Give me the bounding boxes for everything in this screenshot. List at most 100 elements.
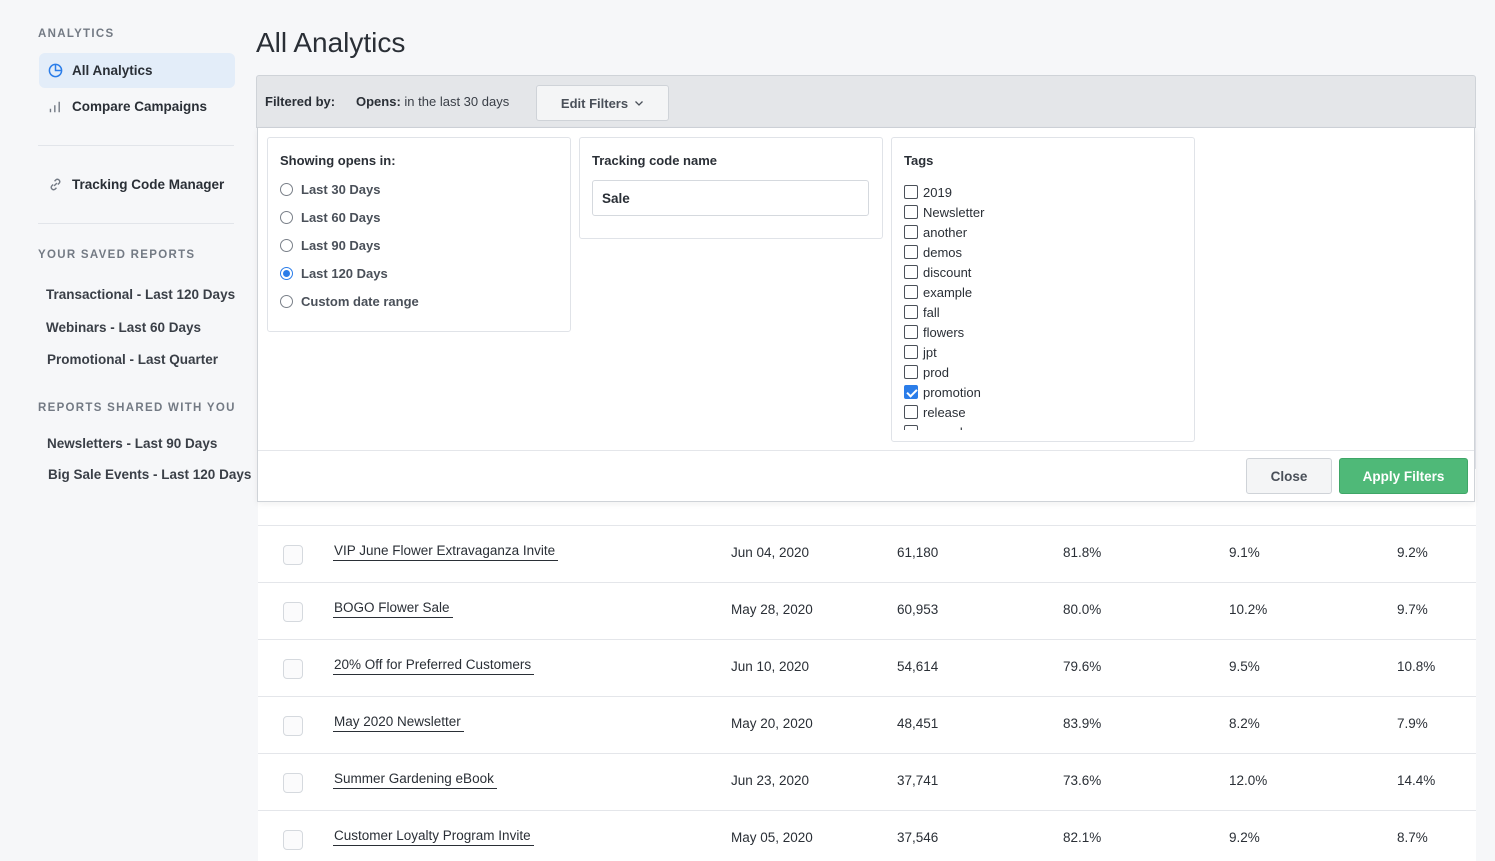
campaign-name-link[interactable]: 20% Off for Preferred Customers (333, 657, 535, 675)
analytics-heading: ANALYTICS (38, 28, 115, 40)
table-row: Summer Gardening eBook Jun 23, 2020 37,7… (258, 753, 1476, 810)
tag-checkbox[interactable] (904, 205, 918, 219)
campaign-third-rate: 7.9% (1397, 716, 1428, 731)
row-checkbox[interactable] (283, 659, 303, 679)
opens-filter-value: in the last 30 days (404, 94, 510, 109)
edit-filters-label: Edit Filters (560, 95, 629, 111)
saved-report-link[interactable]: Promotional - Last Quarter (47, 352, 218, 367)
tag-option[interactable]: jpt (904, 342, 1174, 362)
row-checkbox[interactable] (283, 716, 303, 736)
tag-option[interactable]: discount (904, 262, 1174, 282)
page-title: All Analytics (256, 27, 406, 58)
table-row: VIP June Flower Extravaganza Invite Jun … (258, 525, 1476, 582)
row-checkbox[interactable] (283, 602, 303, 622)
filter-bar: Filtered by: Opens: in the last 30 days … (256, 75, 1476, 128)
tags-list[interactable]: 2019 Newsletter another demos discount e… (904, 182, 1174, 430)
radio-last-60-days[interactable]: Last 60 Days (280, 210, 381, 225)
tag-checkbox[interactable] (904, 285, 918, 299)
campaign-name-link[interactable]: Summer Gardening eBook (333, 771, 497, 789)
tag-checkbox[interactable] (904, 365, 918, 379)
nav-tracking-code-manager[interactable]: Tracking Code Manager (39, 167, 235, 202)
campaign-date: May 20, 2020 (731, 716, 813, 731)
nav-compare-campaigns[interactable]: Compare Campaigns (39, 89, 235, 124)
opens-filter-card: Showing opens in: Last 30 Days Last 60 D… (267, 137, 571, 332)
tracking-code-input[interactable] (592, 180, 869, 216)
tag-checkbox[interactable] (904, 325, 918, 339)
radio-label: Last 120 Days (301, 266, 388, 281)
row-checkbox[interactable] (283, 545, 303, 565)
tag-option[interactable]: Newsletter (904, 202, 1174, 222)
tag-checkbox[interactable] (904, 265, 918, 279)
table-row: BOGO Flower Sale May 28, 2020 60,953 80.… (258, 582, 1476, 639)
radio-button[interactable] (280, 211, 293, 224)
tag-label: promotion (923, 384, 981, 400)
tag-checkbox[interactable] (904, 405, 918, 419)
tag-checkbox-checked[interactable] (904, 385, 918, 399)
tag-option[interactable]: example (904, 282, 1174, 302)
radio-button[interactable] (280, 295, 293, 308)
radio-label: Last 30 Days (301, 182, 381, 197)
campaign-name-link[interactable]: Customer Loyalty Program Invite (333, 828, 534, 846)
radio-button-selected[interactable] (280, 267, 293, 280)
row-checkbox[interactable] (283, 773, 303, 793)
campaign-click-rate: 12.0% (1229, 773, 1268, 788)
campaign-sent: 61,180 (897, 545, 939, 560)
tag-checkbox[interactable] (904, 345, 918, 359)
edit-filters-button[interactable]: Edit Filters (536, 85, 669, 121)
tags-card: Tags 2019 Newsletter another demos disco… (891, 137, 1195, 442)
tag-checkbox[interactable] (904, 305, 918, 319)
campaign-name-link[interactable]: May 2020 Newsletter (333, 714, 464, 732)
tag-checkbox[interactable] (904, 185, 918, 199)
table-row: 20% Off for Preferred Customers Jun 10, … (258, 639, 1476, 696)
tag-checkbox[interactable] (904, 225, 918, 239)
radio-button[interactable] (280, 183, 293, 196)
close-button[interactable]: Close (1246, 458, 1332, 494)
apply-filters-button[interactable]: Apply Filters (1339, 458, 1468, 494)
saved-report-link[interactable]: Webinars - Last 60 Days (46, 320, 201, 335)
nav-all-analytics[interactable]: All Analytics (39, 53, 235, 88)
radio-label: Last 90 Days (301, 238, 381, 253)
radio-custom-date-range[interactable]: Custom date range (280, 294, 419, 309)
tag-option[interactable]: flowers (904, 322, 1174, 342)
saved-report-link[interactable]: Transactional - Last 120 Days (46, 287, 235, 302)
campaign-sent: 48,451 (897, 716, 939, 731)
tag-option[interactable]: prod (904, 362, 1174, 382)
campaign-date: May 05, 2020 (731, 830, 813, 845)
radio-last-30-days[interactable]: Last 30 Days (280, 182, 381, 197)
opens-filter-heading: Showing opens in: (280, 153, 396, 168)
row-checkbox[interactable] (283, 830, 303, 850)
tag-option[interactable]: demos (904, 242, 1174, 262)
radio-button[interactable] (280, 239, 293, 252)
radio-last-120-days[interactable]: Last 120 Days (280, 266, 388, 281)
campaign-name-link[interactable]: VIP June Flower Extravaganza Invite (333, 543, 559, 561)
shared-report-link[interactable]: Big Sale Events - Last 120 Days (48, 467, 251, 482)
filtered-by-label: Filtered by: (265, 94, 336, 109)
link-icon (47, 177, 63, 193)
campaign-name-link[interactable]: BOGO Flower Sale (333, 600, 453, 618)
radio-last-90-days[interactable]: Last 90 Days (280, 238, 381, 253)
tag-option[interactable]: release (904, 402, 1174, 422)
campaign-third-rate: 14.4% (1397, 773, 1436, 788)
radio-label: Last 60 Days (301, 210, 381, 225)
tag-option[interactable]: 2019 (904, 182, 1174, 202)
tag-checkbox[interactable] (904, 425, 918, 430)
pie-chart-icon (47, 63, 63, 79)
tag-checkbox[interactable] (904, 245, 918, 259)
campaign-open-rate: 82.1% (1063, 830, 1102, 845)
tag-label: 2019 (923, 184, 952, 200)
tag-option[interactable]: fall (904, 302, 1174, 322)
tag-option[interactable]: resend (904, 422, 1174, 430)
shared-report-link[interactable]: Newsletters - Last 90 Days (47, 436, 217, 451)
sidebar-divider (38, 223, 234, 224)
sidebar: ANALYTICS All Analytics Compare Campaign… (0, 0, 251, 861)
active-filter-summary: Opens: in the last 30 days (356, 94, 509, 109)
tag-label: fall (923, 304, 940, 320)
tracking-code-card: Tracking code name (579, 137, 883, 239)
tag-option[interactable]: another (904, 222, 1174, 242)
campaign-click-rate: 9.5% (1229, 659, 1260, 674)
tag-label: demos (923, 244, 963, 260)
campaign-open-rate: 83.9% (1063, 716, 1102, 731)
tag-label: Newsletter (923, 204, 985, 220)
tag-label: another (923, 224, 968, 240)
tag-option[interactable]: promotion (904, 382, 1174, 402)
